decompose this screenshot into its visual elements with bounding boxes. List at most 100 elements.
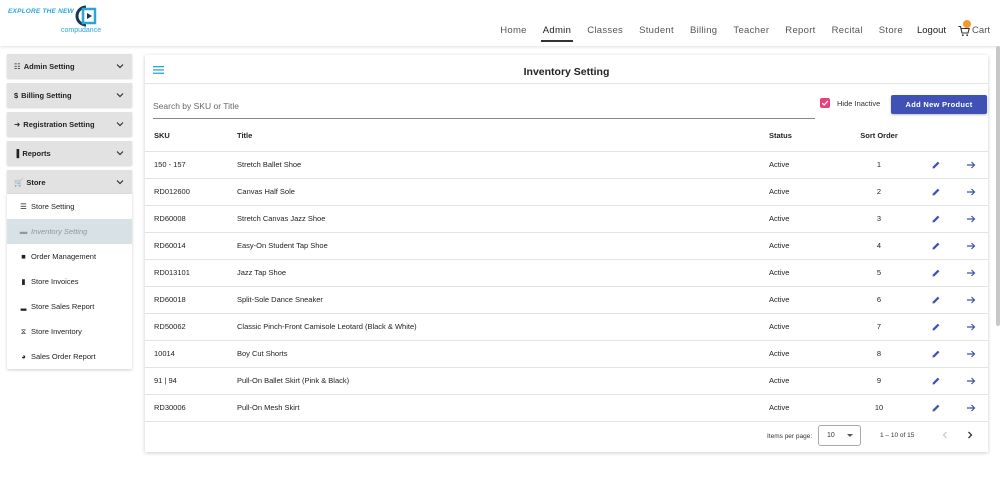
list-icon: ☰ — [20, 202, 27, 211]
sidebar-item-inventory-setting[interactable]: ▬ Inventory Setting — [7, 219, 132, 244]
column-header-edit — [919, 121, 953, 152]
sidebar-item-store-invoices[interactable]: ▮ Store Invoices — [7, 269, 132, 294]
pie-chart-icon: ◕ — [21, 352, 26, 361]
sidebar-group-admin-setting[interactable]: ☷ Admin Setting — [7, 54, 132, 78]
pencil-icon — [932, 404, 940, 411]
table-row[interactable]: 10014 Boy Cut Shorts Active 8 — [145, 340, 988, 368]
sidebar-group-billing-setting[interactable]: $ Billing Setting — [7, 83, 132, 107]
cell-sku: RD013101 — [145, 259, 237, 287]
pencil-icon — [932, 323, 940, 330]
nav-classes[interactable]: Classes — [587, 20, 623, 42]
cell-sku: RD60014 — [145, 232, 237, 260]
edit-button[interactable] — [919, 394, 953, 422]
arrow-right-icon — [966, 242, 975, 249]
table-row[interactable]: RD013101 Jazz Tap Shoe Active 5 — [145, 259, 988, 287]
add-new-product-button[interactable]: Add New Product — [891, 95, 987, 114]
sidebar-group-label: Billing Setting — [21, 90, 72, 100]
table-row[interactable]: RD30006 Pull-On Mesh Skirt Active 10 — [145, 394, 988, 422]
next-page-icon[interactable] — [965, 430, 975, 440]
cell-sort-order: 3 — [839, 205, 919, 233]
cell-sku: 91 | 94 — [145, 367, 237, 395]
sidebar-item-label: Store Sales Report — [31, 302, 95, 311]
cell-title: Pull-On Mesh Skirt — [237, 394, 769, 422]
pencil-icon — [932, 350, 940, 357]
nav-student[interactable]: Student — [639, 20, 674, 42]
open-button[interactable] — [953, 178, 988, 206]
sidebar-item-order-management[interactable]: ■ Order Management — [7, 244, 132, 269]
sidebar-item-label: Order Management — [31, 252, 97, 261]
open-button[interactable] — [953, 313, 988, 341]
edit-button[interactable] — [919, 367, 953, 395]
sidebar-group-label: Reports — [22, 148, 51, 158]
nav-report[interactable]: Report — [785, 20, 815, 42]
main-nav: Home Admin Classes Student Billing Teach… — [484, 20, 990, 42]
top-navbar: EXPLORE THE NEW compudance Home Admin Cl… — [0, 0, 1000, 46]
page-range-label: 1 – 10 of 15 — [880, 432, 915, 439]
page-scrollbar[interactable] — [996, 46, 1000, 326]
page-size-select[interactable]: 10 — [818, 425, 861, 446]
nav-billing[interactable]: Billing — [690, 20, 717, 42]
edit-button[interactable] — [919, 313, 953, 341]
table-row[interactable]: 150 - 157 Stretch Ballet Shoe Active 1 — [145, 151, 988, 179]
logo-tagline: EXPLORE THE NEW — [8, 8, 74, 15]
nav-store[interactable]: Store — [879, 20, 903, 42]
edit-button[interactable] — [919, 259, 953, 287]
cell-sku: RD30006 — [145, 394, 237, 422]
table-row[interactable]: RD60008 Stretch Canvas Jazz Shoe Active 3 — [145, 205, 988, 233]
hourglass-icon: ⧖ — [20, 326, 27, 336]
sidebar-item-store-inventory[interactable]: ⧖ Store Inventory — [7, 319, 132, 344]
table-row[interactable]: RD60018 Split-Sole Dance Sneaker Active 6 — [145, 286, 988, 314]
table-row[interactable]: RD60014 Easy-On Student Tap Shoe Active 4 — [145, 232, 988, 260]
edit-button[interactable] — [919, 178, 953, 206]
search-field[interactable] — [153, 95, 815, 119]
open-button[interactable] — [953, 367, 988, 395]
open-button[interactable] — [953, 259, 988, 287]
sidebar-item-sales-order-report[interactable]: ◕ Sales Order Report — [7, 344, 132, 369]
column-header-open — [953, 121, 988, 152]
open-button[interactable] — [953, 340, 988, 368]
table-row[interactable]: 91 | 94 Pull-On Ballet Skirt (Pink & Blac… — [145, 367, 988, 395]
nav-home[interactable]: Home — [500, 20, 527, 42]
open-button[interactable] — [953, 394, 988, 422]
search-input[interactable] — [153, 95, 815, 117]
sidebar-group-label: Store — [26, 177, 46, 187]
sidebar-group-label: Registration Setting — [23, 119, 95, 129]
compudance-logo[interactable]: EXPLORE THE NEW compudance — [8, 4, 108, 40]
edit-button[interactable] — [919, 340, 953, 368]
arrow-right-icon — [966, 215, 975, 222]
edit-button[interactable] — [919, 286, 953, 314]
open-button[interactable] — [953, 232, 988, 260]
sidebar-group-registration-setting[interactable]: ➜ Registration Setting — [7, 112, 132, 136]
sidebar-item-store-sales-report[interactable]: ▂ Store Sales Report — [7, 294, 132, 319]
edit-button[interactable] — [919, 232, 953, 260]
cart-link[interactable]: Cart — [958, 20, 990, 42]
table-row[interactable]: RD012600 Canvas Half Sole Active 2 — [145, 178, 988, 206]
cell-sort-order: 10 — [839, 394, 919, 422]
previous-page-icon[interactable] — [940, 430, 950, 440]
edit-button[interactable] — [919, 205, 953, 233]
sidebar-group-store[interactable]: 🛒 Store — [7, 170, 132, 194]
arrow-right-icon — [966, 350, 975, 357]
sidebar-item-store-setting[interactable]: ☰ Store Setting — [7, 194, 132, 219]
hide-inactive-toggle[interactable]: Hide Inactive — [820, 98, 880, 108]
open-button[interactable] — [953, 286, 988, 314]
column-header-status[interactable]: Status — [769, 121, 839, 152]
cell-sort-order: 4 — [839, 232, 919, 260]
open-button[interactable] — [953, 151, 988, 179]
hide-inactive-checkbox[interactable] — [820, 98, 830, 108]
column-header-sort-order[interactable]: Sort Order — [839, 121, 919, 152]
column-header-sku[interactable]: SKU — [145, 121, 237, 152]
open-button[interactable] — [953, 205, 988, 233]
cell-sku: 10014 — [145, 340, 237, 368]
sidebar-group-reports[interactable]: ▐ Reports — [7, 141, 132, 165]
nav-recital[interactable]: Recital — [832, 20, 863, 42]
sidebar-item-label: Store Inventory — [31, 327, 82, 336]
nav-admin[interactable]: Admin — [540, 20, 574, 42]
nav-teacher[interactable]: Teacher — [733, 20, 769, 42]
logout-link[interactable]: Logout — [917, 20, 946, 42]
table-row[interactable]: RD50062 Classic Pinch-Front Camisole Leot… — [145, 313, 988, 341]
edit-button[interactable] — [919, 151, 953, 179]
chevron-down-icon — [116, 122, 124, 127]
arrow-right-icon — [966, 377, 975, 384]
column-header-title[interactable]: Title — [237, 121, 769, 152]
